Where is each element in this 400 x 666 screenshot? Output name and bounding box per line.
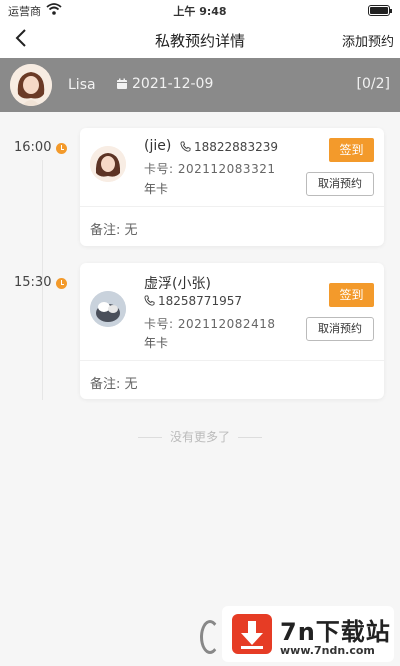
watermark-title: 7n下载站	[280, 618, 391, 646]
divider	[80, 360, 384, 361]
watermark: 7n下载站 www.7ndn.com	[222, 606, 394, 662]
nav-bar: 私教预约详情 添加预约	[0, 20, 400, 58]
page-title: 私教预约详情	[154, 32, 245, 50]
booking-note: 备注: 无	[90, 223, 138, 238]
coach-avatar	[10, 64, 52, 106]
sign-in-button[interactable]: 签到	[329, 138, 374, 162]
member-phone[interactable]: 18822883239	[180, 140, 278, 154]
booking-date: 2021-12-09	[132, 76, 214, 92]
member-avatar	[90, 291, 126, 327]
member-name: (jie)	[144, 138, 172, 154]
clock-icon	[56, 143, 67, 154]
status-bar: 运营商 上午 9:48	[0, 0, 400, 20]
battery-icon	[368, 5, 392, 16]
divider	[80, 206, 384, 207]
calendar-icon	[117, 78, 127, 89]
phone-icon	[144, 295, 155, 306]
cancel-booking-button[interactable]: 取消预约	[306, 172, 374, 196]
phone-number: 18822883239	[194, 140, 278, 154]
booking-count: [0/2]	[356, 76, 390, 92]
no-more-label: 没有更多了	[169, 430, 230, 444]
booking-card: 虚浮(小张) 18258771957 卡号: 202112082418 年卡 签…	[80, 263, 384, 399]
add-booking-button[interactable]: 添加预约	[342, 31, 394, 50]
booking-time: 15:30	[14, 275, 52, 290]
member-card-no: 卡号: 202112083321	[144, 162, 276, 176]
member-name: 虚浮(小张)	[144, 276, 211, 292]
divider	[238, 437, 262, 438]
member-card-no: 卡号: 202112082418	[144, 317, 276, 331]
phone-icon	[180, 141, 191, 152]
cancel-booking-button[interactable]: 取消预约	[306, 317, 374, 341]
watermark-ring	[200, 620, 220, 654]
coach-name: Lisa	[68, 77, 96, 93]
download-logo-icon	[232, 614, 272, 654]
booking-time: 16:00	[14, 140, 52, 155]
phone-number: 18258771957	[158, 294, 242, 308]
member-card-type: 年卡	[144, 336, 169, 350]
watermark-url: www.7ndn.com	[280, 644, 375, 657]
booking-card: (jie) 18822883239 卡号: 202112083321 年卡 签到…	[80, 128, 384, 246]
status-time: 上午 9:48	[173, 5, 227, 18]
member-card-type: 年卡	[144, 182, 169, 196]
member-avatar	[90, 146, 126, 182]
no-more-indicator: 没有更多了	[0, 428, 400, 445]
clock-icon	[56, 278, 67, 289]
member-phone[interactable]: 18258771957	[144, 294, 242, 308]
sign-in-button[interactable]: 签到	[329, 283, 374, 307]
coach-header: Lisa 2021-12-09 [0/2]	[0, 58, 400, 112]
booking-note: 备注: 无	[90, 377, 138, 392]
divider	[137, 437, 162, 438]
